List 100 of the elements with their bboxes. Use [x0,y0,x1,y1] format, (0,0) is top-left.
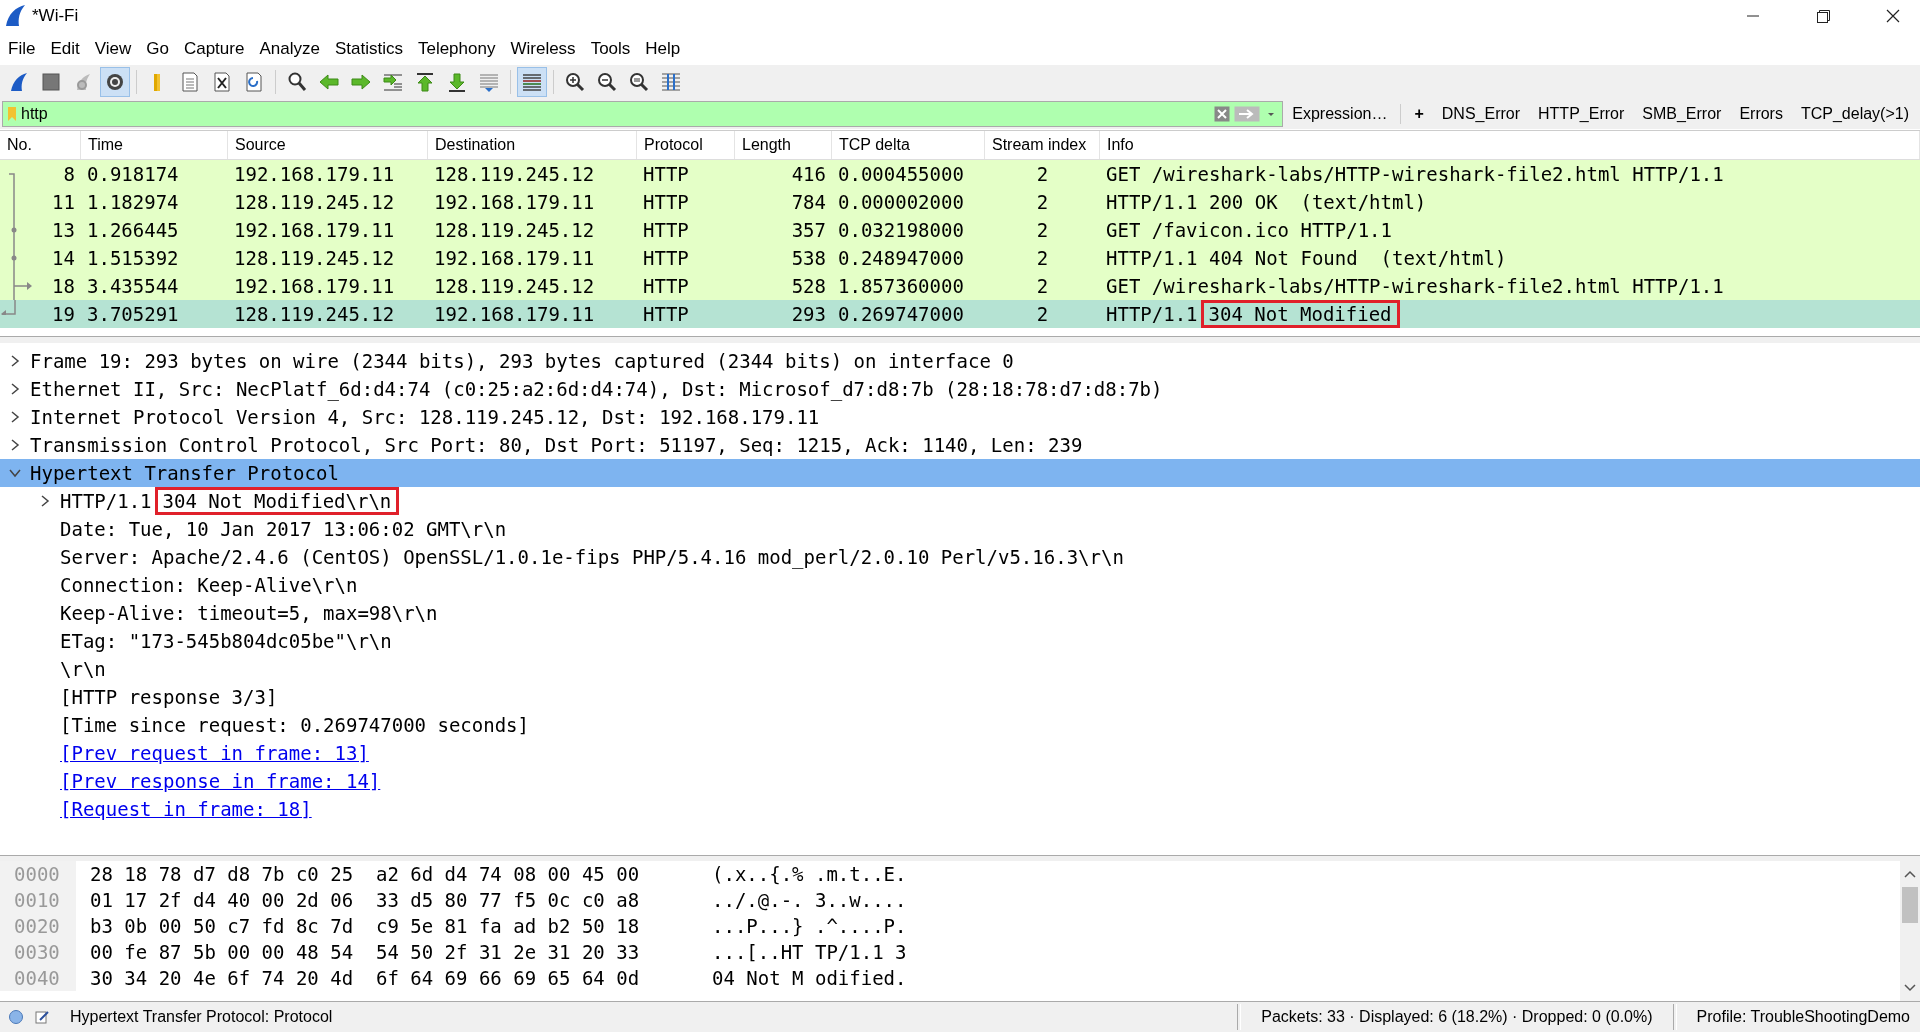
frame-link[interactable]: [Prev response in frame: 14] [60,770,381,792]
right-arrow-icon[interactable] [350,71,372,93]
column-header[interactable]: Time [81,131,228,159]
menu-item[interactable]: Statistics [328,38,412,59]
menu-item[interactable]: File [2,38,45,59]
tree-item: HTTP/1.1 [60,490,152,512]
down-arrow-icon[interactable] [446,71,468,93]
table-cell-text: 192.168.179.11 [233,162,396,187]
table-cell-text: 1.857360000 [837,274,965,299]
zoom-in-icon[interactable] [564,71,586,93]
offset-text: 0040 [0,965,76,991]
menu-item[interactable]: Edit [44,38,89,59]
filter-button[interactable]: HTTP_Error [1529,105,1634,123]
settings-icon[interactable] [104,71,126,93]
column-header[interactable]: Stream index [985,131,1100,159]
column-header[interactable]: Protocol [637,131,735,159]
info-text: HTTP/1.1 [1106,303,1198,325]
packet-row[interactable]: 18 3.435544 192.168.179.11 128.119.245.12 HTTP 528 1.857360000 2 GET /wireshark-labs/HTTP-wireshark-file2.html HTTP/1.1 [0,272,1920,300]
packet-row[interactable]: 11 1.182974 128.119.245.12 192.168.179.11 HTTP 784 0.000002000 2 HTTP/1.1 200 OK (text/html) [0,188,1920,216]
offset-text: 0030 [0,939,76,965]
tree-item: Connection: Keep-Alive\r\n [60,574,358,596]
clear-icon[interactable] [1214,106,1231,122]
menu-item[interactable]: View [88,38,141,59]
packet-row[interactable]: 8 0.918174 192.168.179.11 128.119.245.12 HTTP 416 0.000455000 2 GET /wireshark-labs/HTTP-wireshark-file2.html HTTP/1.1 [0,160,1920,188]
column-header[interactable]: Source [228,131,428,159]
menu-item[interactable]: Help [639,38,690,59]
scrollbar[interactable] [1900,861,1920,1001]
column-header[interactable]: Info [1100,131,1920,159]
menu-item[interactable]: Go [140,38,178,59]
status-circle-icon[interactable] [8,1009,24,1025]
add-filter-button[interactable]: + [1405,105,1433,123]
table-cell-text: 192.168.179.11 [233,218,396,243]
menu-item[interactable]: Analyze [253,38,329,59]
info-text: HTTP/1.1 404 Not Found (text/html) [1106,247,1507,269]
shark-fin-icon[interactable] [8,71,30,93]
frame-link[interactable]: [Prev request in frame: 13] [60,742,369,764]
filter-button[interactable]: DNS_Error [1432,105,1530,123]
resize-columns-icon[interactable] [660,71,682,93]
stop-icon[interactable] [40,71,62,93]
table-cell-text: 538 [790,246,827,271]
tree-item: Keep-Alive: timeout=5, max=98\r\n [60,602,438,624]
expression-button[interactable]: Expression… [1283,105,1397,123]
close-file-icon[interactable] [211,71,233,93]
shark-fin-logo-icon [4,4,26,28]
table-cell-text: 192.168.179.11 [433,246,596,271]
table-cell-text: 128.119.245.12 [433,162,596,187]
colored-lines-icon[interactable] [521,71,543,93]
filter-button[interactable]: TCP_delay(>1) [1791,105,1918,123]
table-cell-text: 0.918174 [86,162,180,187]
table-cell-text: HTTP [642,190,690,215]
menu-item[interactable]: Capture [177,38,254,59]
menu-item[interactable]: Telephony [411,38,505,59]
column-header[interactable]: TCP delta [832,131,985,159]
table-cell-text: 416 [790,162,827,187]
ascii-text: 04 Not M odified. [712,967,907,989]
frame-link[interactable]: [Request in frame: 18] [60,798,312,820]
tree-item: \r\n [60,658,106,680]
packet-count-text: Packets: 33 · Displayed: 6 (18.2%) · Dropped: 0 (0.0%) [1260,1008,1654,1026]
menu-item[interactable]: Wireless [504,38,585,59]
scroll-thumb[interactable] [1902,887,1918,923]
table-cell-text: 2 [1035,190,1050,215]
filter-field[interactable]: http [2,101,1284,127]
filter-button[interactable]: Errors [1730,105,1792,123]
column-header[interactable]: No. [0,131,81,159]
magnifier-icon[interactable] [628,71,650,93]
left-arrow-icon[interactable] [318,71,340,93]
packet-row[interactable]: 14 1.515392 128.119.245.12 192.168.179.11 HTTP 538 0.248947000 2 HTTP/1.1 404 Not Found (text/html) [0,244,1920,272]
document-icon[interactable] [179,71,201,93]
search-icon[interactable] [286,71,308,93]
packet-row[interactable]: 13 1.266445 192.168.179.11 128.119.245.12 HTTP 357 0.032198000 2 GET /favicon.ico HTTP/1.1 [0,216,1920,244]
selected-row[interactable]: Hypertext Transfer Protocol [0,459,1920,487]
table-cell: 14 [52,247,75,269]
edit-icon[interactable] [34,1009,50,1025]
zoom-out-icon[interactable] [596,71,618,93]
table-cell-text: HTTP [642,218,690,243]
tree-item: Frame 19: 293 bytes on wire (2344 bits), 293 bytes captured (2344 bits) on interface 0 [30,350,1014,372]
hex-bytes: 01 17 2f d4 40 00 2d 06 33 d5 80 77 f5 0c c0 a8 [90,889,641,911]
tree-item: Internet Protocol Version 4, Src: 128.119.245.12, Dst: 192.168.179.11 [30,406,820,428]
table-cell: 13 [52,219,75,241]
reload-icon[interactable] [243,71,265,93]
window-title: *Wi-Fi [32,6,79,26]
column-header[interactable]: Destination [428,131,637,159]
filter-button[interactable]: SMB_Error [1633,105,1731,123]
offset-text: 0010 [0,887,76,913]
tree-item: [Time since request: 0.269747000 seconds] [60,714,529,736]
hex-bytes: 28 18 78 d7 d8 7b c0 25 a2 6d d4 74 08 00 45 00 [90,863,641,885]
profile-text[interactable]: Profile: TroubleShootingDemo [1686,1008,1920,1026]
menu-item[interactable]: Tools [584,38,640,59]
info-text: GET /wireshark-labs/HTTP-wireshark-file2.html HTTP/1.1 [1106,163,1724,185]
table-cell-text: 2 [1035,162,1050,187]
table-cell-text: 293 [790,302,827,327]
info-text: GET /wireshark-labs/HTTP-wireshark-file2.html HTTP/1.1 [1106,275,1724,297]
go-to-line-icon[interactable] [382,71,404,93]
up-arrow-icon[interactable] [414,71,436,93]
packet-row[interactable]: 19 3.705291 128.119.245.12 192.168.179.11 HTTP 293 0.269747000 2 HTTP/1.1 304 Not Modified [0,300,1920,328]
hex-bytes: b3 0b 00 50 c7 fd 8c 7d c9 5e 81 fa ad b2 50 18 [90,915,641,937]
hex-bytes: 30 34 20 4e 6f 74 20 4d 6f 64 69 66 69 65 64 0d [90,967,641,989]
column-header[interactable]: Length [735,131,832,159]
table-cell: 19 [52,303,75,325]
lines-icon[interactable] [478,71,500,93]
